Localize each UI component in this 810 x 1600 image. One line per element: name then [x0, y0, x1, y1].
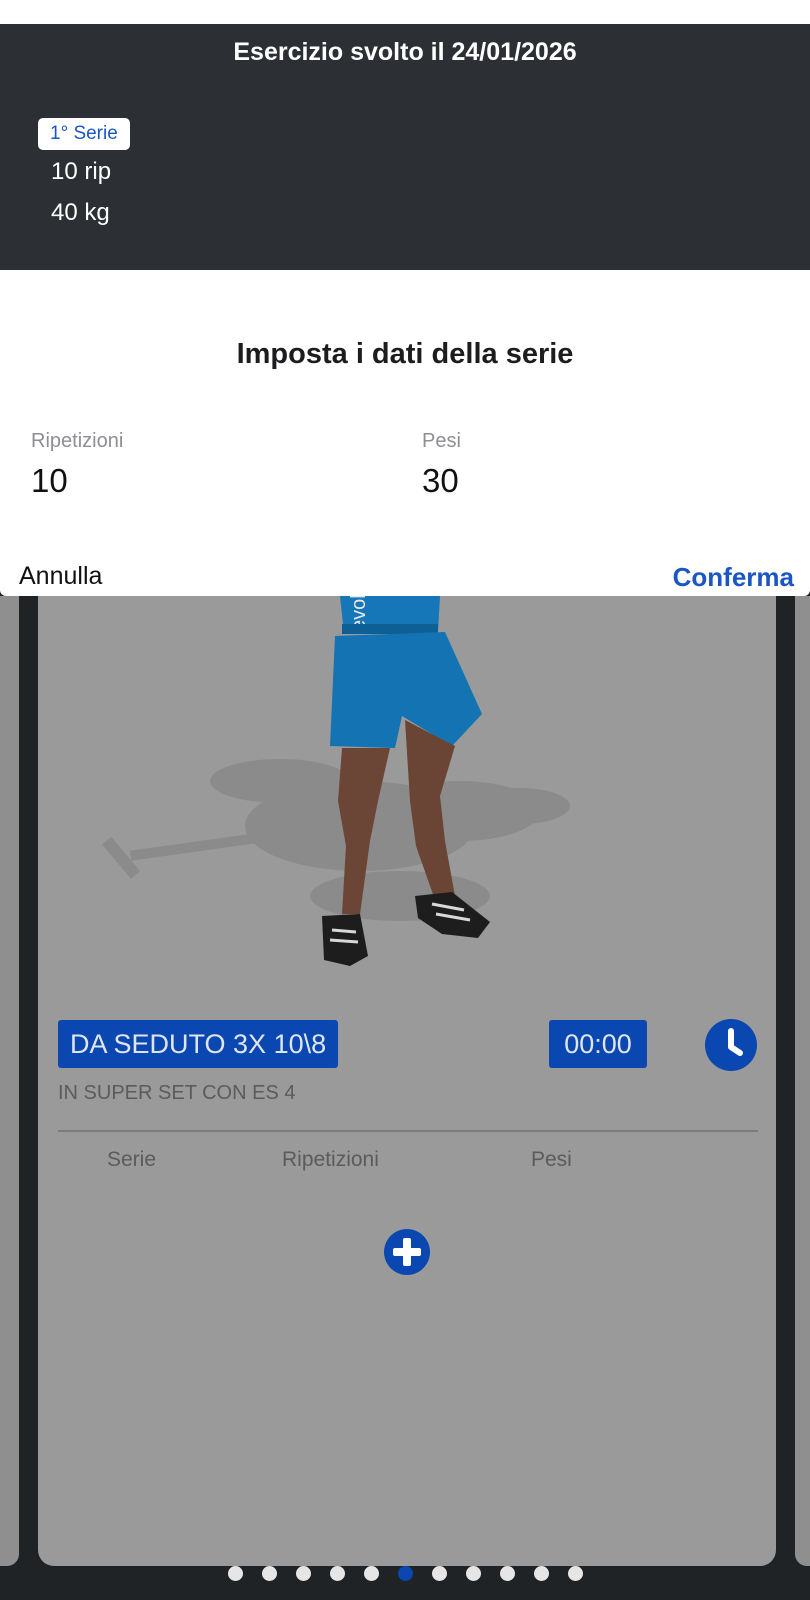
dialog-title: Imposta i dati della serie — [236, 338, 574, 370]
status-bar-strip — [0, 0, 810, 24]
timer-display[interactable]: 00:00 — [549, 1020, 647, 1068]
column-header-serie: Serie — [107, 1148, 157, 1171]
weight-label: Pesi — [422, 430, 461, 452]
history-title: Esercizio svolto il 24/01/2026 — [233, 38, 577, 66]
pagination-dot[interactable] — [397, 1565, 413, 1581]
pagination-dot[interactable] — [227, 1565, 243, 1581]
previous-card-edge[interactable] — [0, 596, 19, 1566]
pagination-dot[interactable] — [533, 1565, 549, 1581]
set-data-dialog: Imposta i dati della serie Ripetizioni 1… — [0, 270, 810, 596]
reps-input[interactable]: 10 — [31, 462, 68, 500]
plus-circle-icon[interactable] — [384, 1229, 430, 1275]
pagination-dot[interactable] — [567, 1565, 583, 1581]
cancel-button[interactable]: Annulla — [19, 562, 102, 591]
history-serie-reps: 10 rip — [51, 158, 112, 185]
next-card-edge[interactable] — [795, 596, 810, 1566]
pagination-dot[interactable] — [363, 1565, 379, 1581]
history-panel: Esercizio svolto il 24/01/2026 1° Serie … — [0, 24, 810, 270]
pagination-dot[interactable] — [329, 1565, 345, 1581]
pagination-dots[interactable] — [0, 1562, 810, 1584]
weight-input[interactable]: 30 — [422, 462, 459, 500]
column-header-pesi: Pesi — [531, 1148, 572, 1171]
pagination-dot[interactable] — [465, 1565, 481, 1581]
column-header-ripetizioni: Ripetizioni — [282, 1148, 379, 1171]
history-serie-weight: 40 kg — [51, 199, 110, 226]
exercise-illustration: evolu — [102, 596, 570, 966]
divider — [58, 1130, 758, 1132]
pagination-dot[interactable] — [431, 1565, 447, 1581]
reps-label: Ripetizioni — [31, 430, 124, 452]
superset-note: IN SUPER SET CON ES 4 — [58, 1082, 296, 1104]
confirm-button[interactable]: Conferma — [673, 562, 794, 593]
pagination-dot[interactable] — [261, 1565, 277, 1581]
pagination-dot[interactable] — [499, 1565, 515, 1581]
history-serie-badge: 1° Serie — [38, 118, 130, 150]
exercise-title-badge: DA SEDUTO 3X 10\8 — [58, 1020, 339, 1068]
clock-icon[interactable] — [705, 1019, 757, 1071]
pagination-dot[interactable] — [295, 1565, 311, 1581]
